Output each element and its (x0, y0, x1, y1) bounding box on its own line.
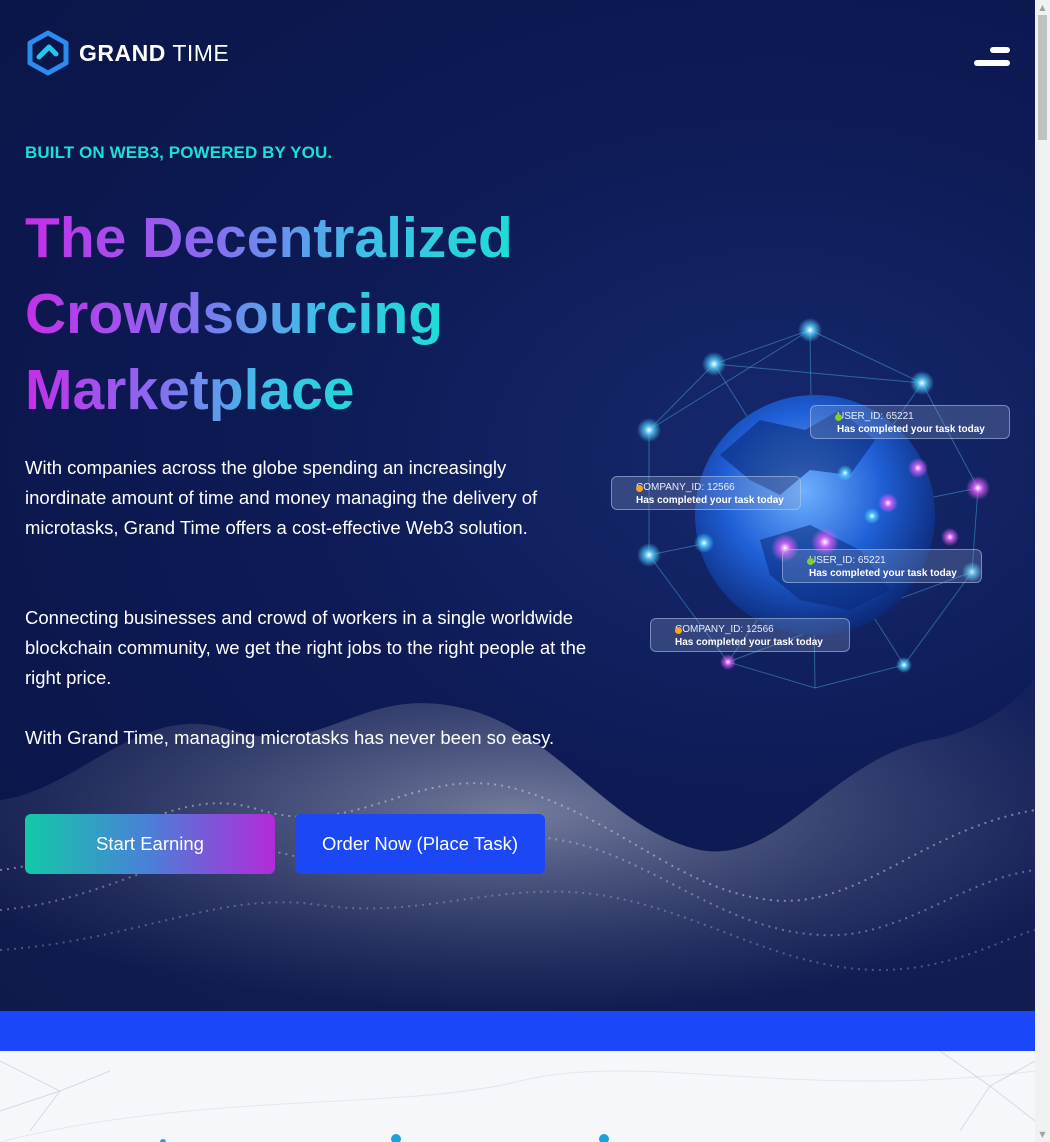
notification-card: USER_ID: 65221 Has completed your task t… (810, 405, 1010, 439)
headline-line-1: The Decentralized (25, 200, 545, 276)
status-dot (675, 627, 682, 634)
brand-name-light: TIME (172, 39, 230, 66)
next-section (0, 1051, 1035, 1142)
notification-id: COMPANY_ID: 12566 (675, 624, 774, 635)
hero-tagline: BUILT ON WEB3, POWERED BY YOU. (25, 143, 333, 162)
hero-paragraph-3: With Grand Time, managing microtasks has… (25, 727, 555, 748)
notification-message: Has completed your task today (636, 495, 784, 506)
mesh-background-graphic (0, 1051, 1035, 1142)
logo-mark-icon (27, 30, 69, 76)
page-scrollbar[interactable]: ▲ ▼ (1035, 0, 1050, 1142)
notification-message: Has completed your task today (837, 424, 985, 435)
notification-id: COMPANY_ID: 12566 (636, 482, 735, 493)
notification-card: COMPANY_ID: 12566 Has completed your tas… (611, 476, 801, 510)
status-dot (835, 414, 842, 421)
order-now-button[interactable]: Order Now (Place Task) (295, 814, 545, 874)
scroll-down-arrow-icon[interactable]: ▼ (1035, 1127, 1050, 1142)
hero-paragraph-2: Connecting businesses and crowd of worke… (25, 607, 587, 688)
notification-message: Has completed your task today (809, 568, 957, 579)
start-earning-button[interactable]: Start Earning (25, 814, 275, 874)
menu-line-bottom (974, 60, 1010, 66)
scroll-up-arrow-icon[interactable]: ▲ (1035, 0, 1050, 15)
notification-card: COMPANY_ID: 12566 Has completed your tas… (650, 618, 850, 652)
hero-headline: The Decentralized Crowdsourcing Marketpl… (25, 200, 585, 428)
page: GRAND TIME BUILT ON WEB3, POWERED BY YOU… (0, 0, 1035, 1142)
status-dot (636, 485, 643, 492)
status-dot (807, 558, 814, 565)
scrollbar-thumb[interactable] (1038, 15, 1047, 140)
notification-card: USER_ID: 65221 Has completed your task t… (782, 549, 982, 583)
brand-name: GRAND TIME (79, 40, 229, 67)
brand-name-bold: GRAND (79, 39, 166, 66)
headline-line-3: Marketplace (25, 352, 395, 428)
hero-section: GRAND TIME BUILT ON WEB3, POWERED BY YOU… (0, 0, 1035, 1011)
hero-paragraph-1: With companies across the globe spending… (25, 457, 538, 538)
notification-id: USER_ID: 65221 (837, 411, 914, 422)
headline-line-2: Crowdsourcing (25, 276, 475, 352)
brand-logo[interactable]: GRAND TIME (25, 30, 229, 76)
notification-message: Has completed your task today (675, 637, 823, 648)
blue-divider-strip (0, 1011, 1035, 1051)
menu-line-top (990, 47, 1010, 53)
notification-id: USER_ID: 65221 (809, 555, 886, 566)
hamburger-menu-icon[interactable] (972, 44, 1012, 72)
